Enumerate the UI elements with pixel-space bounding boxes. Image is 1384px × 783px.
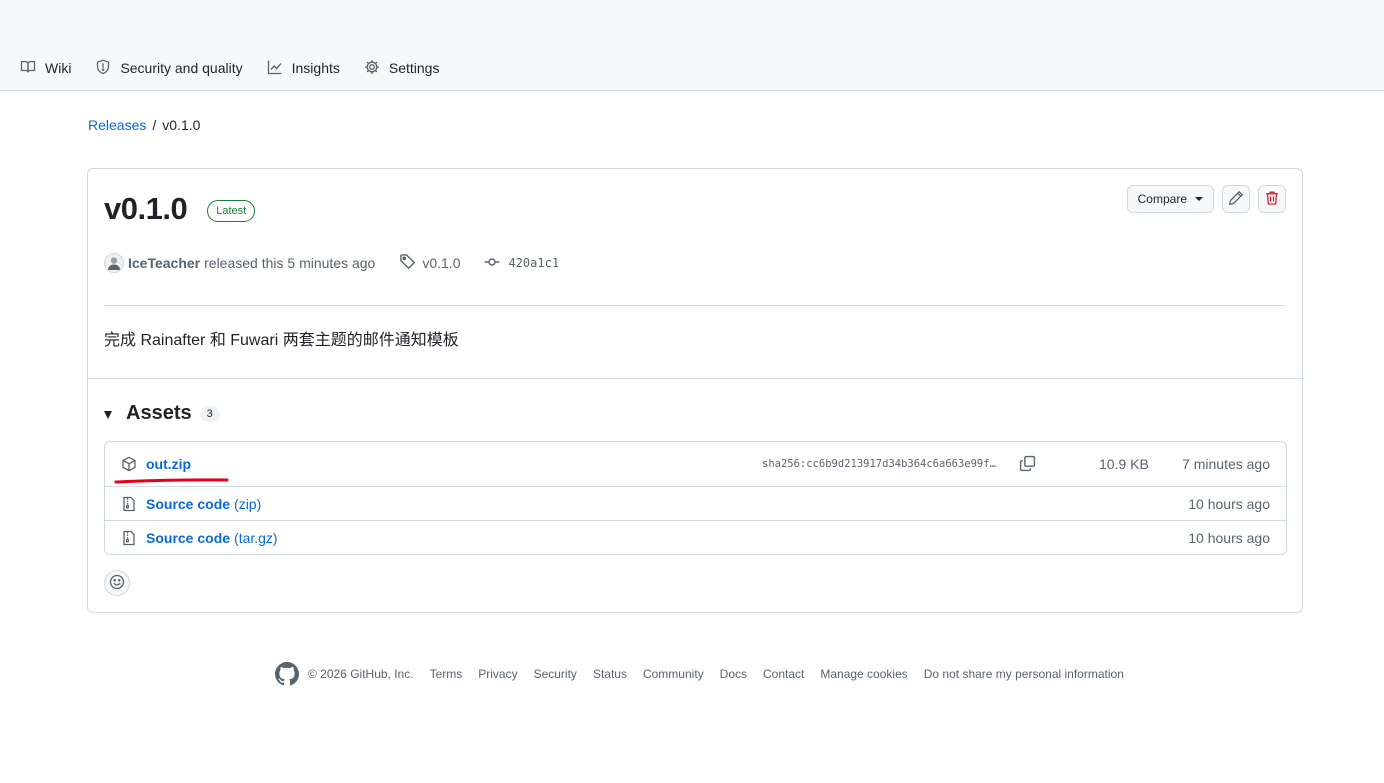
nav-tabs: Wiki Security and quality Insights Setti… (12, 50, 455, 86)
footer-link-terms[interactable]: Terms (430, 667, 463, 681)
breadcrumb-separator: / (152, 117, 157, 133)
release-title: v0.1.0 (104, 191, 188, 226)
tab-wiki[interactable]: Wiki (12, 50, 79, 86)
copy-icon[interactable] (1019, 455, 1036, 475)
smiley-icon (109, 574, 125, 593)
edit-release-button[interactable] (1222, 185, 1250, 213)
release-header: v0.1.0 Latest (104, 191, 256, 227)
assets-list: out.zip sha256:cc6b9d213917d34b364c6a663… (104, 441, 1287, 555)
asset-time: 7 minutes ago (1182, 456, 1270, 472)
footer-link-security[interactable]: Security (534, 667, 577, 681)
footer-link-do-not-share[interactable]: Do not share my personal information (924, 667, 1124, 681)
footer: © 2026 GitHub, Inc. Terms Privacy Securi… (275, 662, 1124, 686)
annotation-underline (114, 478, 229, 484)
commit-sha: 420a1c1 (508, 256, 560, 270)
shield-icon (95, 59, 120, 78)
git-commit-icon (484, 254, 508, 273)
source-code-targz-link[interactable]: Source code (146, 530, 230, 546)
assets-count-badge: 3 (199, 405, 220, 422)
package-icon (121, 456, 137, 472)
breadcrumb-current: v0.1.0 (162, 117, 201, 133)
github-logo-icon[interactable] (275, 662, 299, 686)
file-zip-icon (121, 496, 137, 512)
tab-security[interactable]: Security and quality (87, 50, 250, 86)
tab-label: Security and quality (120, 60, 243, 76)
assets-divider (88, 378, 1302, 379)
footer-link-privacy[interactable]: Privacy (478, 667, 517, 681)
footer-link-manage-cookies[interactable]: Manage cookies (820, 667, 907, 681)
delete-release-button[interactable] (1258, 185, 1286, 213)
breadcrumb: Releases / v0.1.0 (88, 117, 200, 133)
breadcrumb-releases-link[interactable]: Releases (88, 117, 146, 133)
tab-label: Insights (291, 60, 340, 76)
release-notes: 完成 Rainafter 和 Fuwari 两套主题的邮件通知模板 (104, 332, 459, 349)
asset-sha256: sha256:cc6b9d213917d34b364c6a663e99f… (762, 458, 996, 470)
tab-settings[interactable]: Settings (356, 50, 448, 86)
tab-label: Settings (388, 60, 440, 76)
avatar[interactable] (104, 253, 124, 273)
tag-label: v0.1.0 (422, 255, 461, 271)
footer-link-contact[interactable]: Contact (763, 667, 804, 681)
latest-badge: Latest (207, 200, 256, 222)
asset-row: Source code (zip) 10 hours ago (105, 486, 1286, 520)
triangle-down-icon (104, 410, 112, 419)
release-card: v0.1.0 Latest Compare IceTeacher release… (87, 168, 1303, 613)
repo-nav: Wiki Security and quality Insights Setti… (0, 0, 1384, 91)
commit-link[interactable]: 420a1c1 (484, 254, 559, 273)
compare-label: Compare (1137, 192, 1187, 206)
caret-down-icon (1195, 197, 1203, 201)
release-actions: Compare (1126, 185, 1286, 213)
asset-row: Source code (tar.gz) 10 hours ago (105, 520, 1286, 554)
footer-link-community[interactable]: Community (643, 667, 704, 681)
pencil-icon (1228, 190, 1244, 209)
asset-time: 10 hours ago (1188, 529, 1270, 546)
footer-link-docs[interactable]: Docs (720, 667, 747, 681)
asset-time: 10 hours ago (1188, 495, 1270, 512)
compare-button[interactable]: Compare (1126, 185, 1214, 213)
file-zip-icon (121, 530, 137, 546)
tab-label: Wiki (45, 60, 72, 76)
asset-download-link[interactable]: out.zip (146, 456, 191, 472)
footer-copyright: © 2026 GitHub, Inc. (308, 667, 414, 681)
author-link[interactable]: IceTeacher (128, 255, 200, 271)
tag-icon (399, 253, 422, 273)
asset-suffix[interactable]: (zip) (234, 496, 261, 512)
asset-suffix[interactable]: (tar.gz) (234, 530, 278, 546)
assets-title: Assets (126, 402, 192, 424)
released-text: released this 5 minutes ago (204, 255, 376, 271)
release-meta: IceTeacher released this 5 minutes ago v… (104, 253, 559, 273)
assets-toggle[interactable]: Assets 3 (104, 402, 220, 425)
graph-icon (267, 59, 292, 78)
header-divider (104, 305, 1286, 306)
trash-icon (1264, 190, 1280, 209)
gear-icon (364, 59, 389, 78)
tab-insights[interactable]: Insights (259, 50, 348, 86)
add-reaction-button[interactable] (104, 570, 130, 596)
asset-row: out.zip sha256:cc6b9d213917d34b364c6a663… (105, 442, 1286, 486)
source-code-zip-link[interactable]: Source code (146, 496, 230, 512)
asset-size: 10.9 KB (1099, 456, 1149, 472)
book-icon (20, 59, 45, 78)
footer-link-status[interactable]: Status (593, 667, 627, 681)
tag-link[interactable]: v0.1.0 (399, 253, 460, 273)
